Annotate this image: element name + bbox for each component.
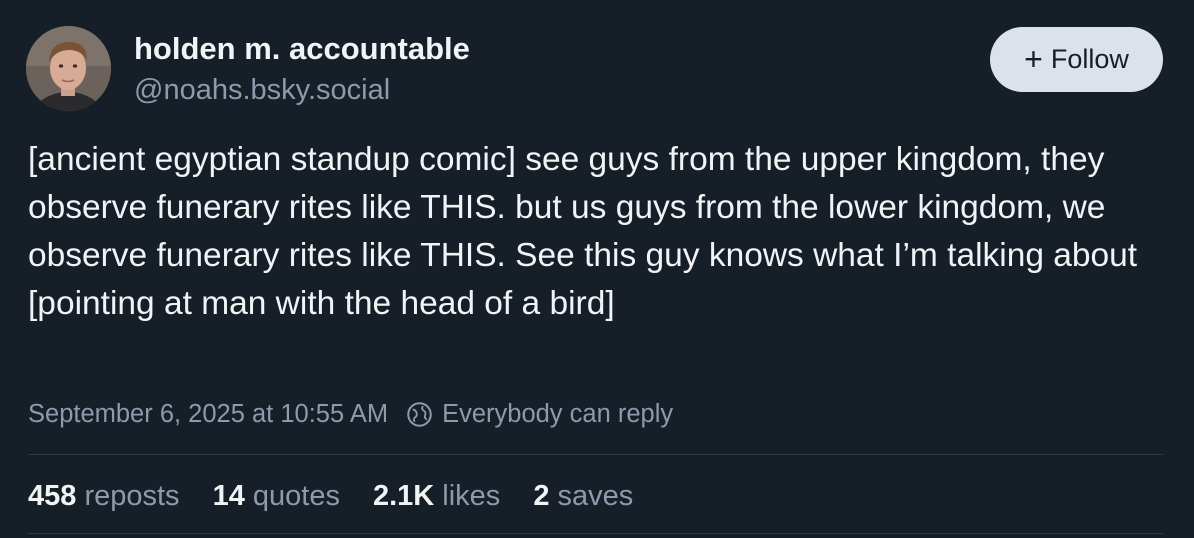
post-timestamp[interactable]: September 6, 2025 at 10:55 AM [28,400,388,429]
plus-icon: + [1024,40,1043,77]
stat-quotes-label: quotes [252,479,340,512]
stat-likes-count: 2.1K [372,479,435,512]
post-meta: September 6, 2025 at 10:55 AM Everybody … [28,396,673,432]
stat-quotes[interactable]: 14 quotes [213,480,340,513]
post-stats: 458 reposts 14 quotes 2.1K likes 2 saves [28,476,666,516]
stat-likes[interactable]: 2.1K likes [373,480,500,513]
stat-reposts[interactable]: 458 reposts [28,480,180,513]
divider-top [28,454,1163,455]
stat-reposts-label: reposts [84,479,180,512]
stat-reposts-count: 458 [28,479,77,512]
stat-saves[interactable]: 2 saves [533,480,633,513]
follow-button-label: Follow [1050,44,1129,74]
follow-button[interactable]: + Follow [990,27,1163,92]
stat-likes-label: likes [442,479,501,512]
post-card: holden m. accountable @noahs.bsky.social… [0,0,1194,538]
profile-photo [26,26,111,111]
divider-bottom [28,533,1163,534]
author-handle[interactable]: @noahs.bsky.social [134,74,390,107]
author-avatar[interactable] [26,26,111,111]
author-display-name[interactable]: holden m. accountable [134,31,470,67]
stat-saves-label: saves [557,479,634,512]
globe-icon [407,401,432,427]
stat-saves-count: 2 [533,479,550,512]
stat-quotes-count: 14 [212,479,245,512]
reply-setting: Everybody can reply [442,399,674,428]
post-text: [ancient egyptian standup comic] see guy… [28,141,1138,322]
